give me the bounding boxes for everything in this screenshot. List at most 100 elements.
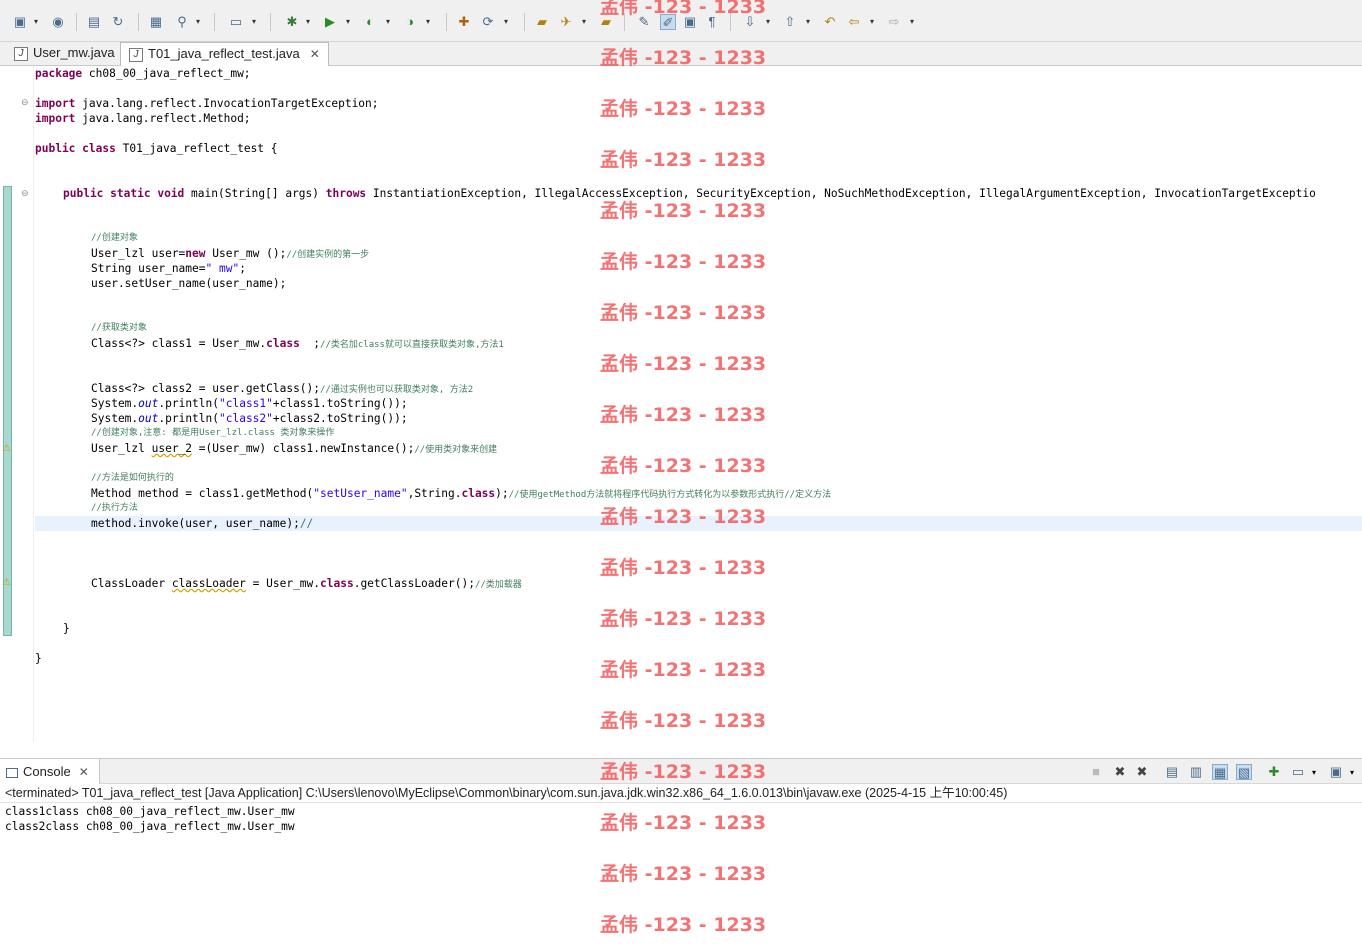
code-line: ClassLoader classLoader = User_mw.class.… [91, 577, 522, 590]
highlight-icon[interactable]: ✐ [660, 14, 676, 30]
package-icon[interactable]: ✚ [456, 14, 472, 30]
chevron-down-icon[interactable]: ▾ [386, 18, 393, 26]
editor-tab-bar: J User_mw.java J T01_java_reflect_test.jav… [0, 42, 1362, 66]
back-icon[interactable]: ⇦ [846, 14, 862, 30]
code-line: System.out.println("class1"+class1.toStr… [91, 397, 408, 410]
chevron-down-icon[interactable]: ▾ [870, 18, 877, 26]
chevron-down-icon[interactable]: ▾ [196, 18, 203, 26]
collapse-icon[interactable]: ⊖ [21, 98, 30, 107]
toolbar-separator [446, 13, 447, 31]
code-area[interactable]: package ch08_00_java_reflect_mw; import … [35, 66, 1362, 742]
chevron-down-icon[interactable]: ▾ [306, 18, 313, 26]
folder-open-icon[interactable]: ▰ [534, 14, 550, 30]
tab-user-mw[interactable]: J User_mw.java [6, 42, 123, 66]
folding-gutter: ⊖ ⊖ [14, 66, 34, 742]
toolbar-separator [730, 13, 731, 31]
close-icon[interactable]: ✕ [79, 765, 89, 779]
terminate-icon[interactable]: ■ [1088, 764, 1104, 780]
tab-label: T01_java_reflect_test.java [148, 46, 300, 61]
chevron-down-icon[interactable]: ▾ [346, 18, 353, 26]
tab-label: User_mw.java [33, 45, 115, 60]
code-line: user.setUser_name(user_name); [91, 277, 287, 290]
clear-icon[interactable]: ▤ [1164, 764, 1180, 780]
refresh-icon[interactable]: ↻ [110, 14, 126, 30]
remove-all-icon[interactable]: ✖ [1134, 764, 1150, 780]
word-wrap-icon[interactable]: ▦ [1212, 764, 1228, 780]
warning-icon[interactable]: ⚠ [2, 444, 12, 454]
chevron-down-icon[interactable]: ▾ [34, 18, 41, 26]
code-line: System.out.println("class2"+class2.toStr… [91, 412, 408, 425]
screen-icon[interactable]: ▭ [228, 14, 244, 30]
prev-annotation-icon[interactable]: ⇧ [782, 14, 798, 30]
warning-icon[interactable]: ⚠ [2, 578, 12, 588]
console-output[interactable]: class1class ch08_00_java_reflect_mw.User… [0, 803, 1362, 949]
console-header: Console ✕ ■ ✖ ✖ ▤ ▥ ▦ ▧ ✚ ▭ ▾ ▣ ▾ [0, 758, 1362, 784]
code-comment: //执行方法 [91, 503, 138, 513]
scroll-lock-icon[interactable]: ▥ [1188, 764, 1204, 780]
view-menu-icon[interactable]: ▾ [1350, 768, 1354, 777]
code-line-main-decl: public static void main(String[] args) t… [63, 187, 1316, 200]
chevron-down-icon[interactable]: ▾ [766, 18, 773, 26]
open-console-icon[interactable]: ▣ [1328, 764, 1344, 780]
debug-icon[interactable]: ✱ [284, 14, 300, 30]
next-annotation-icon[interactable]: ⇩ [742, 14, 758, 30]
code-line: Class<?> class2 = user.getClass();//通过实例… [91, 382, 474, 395]
code-line-import: import java.lang.reflect.InvocationTarge… [35, 97, 379, 110]
forward-icon[interactable]: ⇨ [886, 14, 902, 30]
console-icon [6, 767, 18, 778]
wizard-icon[interactable]: ▦ [148, 14, 164, 30]
open-icon[interactable]: ▤ [86, 14, 102, 30]
globe-icon[interactable]: ◉ [50, 14, 66, 30]
show-on-output-icon[interactable]: ▧ [1236, 764, 1252, 780]
toolbar-separator [138, 13, 139, 31]
code-comment: //获取类对象 [91, 323, 147, 333]
code-line-package: package ch08_00_java_reflect_mw; [35, 67, 251, 80]
chevron-down-icon[interactable]: ▾ [426, 18, 433, 26]
console-output-line: class1class ch08_00_java_reflect_mw.User… [5, 805, 295, 818]
toolbar-separator [214, 13, 215, 31]
search-icon[interactable]: ⚲ [174, 14, 190, 30]
code-line-brace: } [63, 622, 70, 635]
coverage-icon[interactable]: ◑ [402, 14, 418, 30]
last-edit-icon[interactable]: ↶ [822, 14, 838, 30]
code-editor[interactable]: ⚠ ⚠ ⊖ ⊖ package ch08_00_java_reflect_mw;… [0, 66, 1362, 742]
tab-console[interactable]: Console ✕ [0, 759, 100, 784]
run-icon[interactable]: ▶ [322, 14, 338, 30]
code-line: User_lzl user=new User_mw ();//创建实例的第一步 [91, 247, 370, 260]
toolbar-separator [270, 13, 271, 31]
browse-icon[interactable]: ▰ [598, 14, 614, 30]
code-comment: //创建对象,注意: 都是用User_lzl.class 类对象来操作 [91, 428, 335, 438]
pin-icon[interactable]: ✚ [1266, 764, 1282, 780]
remove-launch-icon[interactable]: ✖ [1112, 764, 1128, 780]
overview-ruler: ⚠ ⚠ [0, 66, 14, 742]
code-line-current: method.invoke(user, user_name);// [91, 517, 314, 530]
code-comment: //方法是如何执行的 [91, 473, 174, 483]
console-output-line: class2class ch08_00_java_reflect_mw.User… [5, 820, 295, 833]
paragraph-icon[interactable]: ¶ [704, 14, 720, 30]
marker-icon[interactable]: ✎ [636, 14, 652, 30]
code-line-class-decl: public class T01_java_reflect_test { [35, 142, 278, 155]
sync-icon[interactable]: ⟳ [480, 14, 496, 30]
tab-t01-java-reflect-test[interactable]: J T01_java_reflect_test.java ✕ [120, 42, 329, 66]
toolbar-separator [624, 13, 625, 31]
chevron-down-icon[interactable]: ▾ [1312, 768, 1316, 777]
chevron-down-icon[interactable]: ▾ [910, 18, 917, 26]
console-process-status: <terminated> T01_java_reflect_test [Java… [0, 784, 1362, 803]
run-ext-icon[interactable]: ◐ [362, 14, 378, 30]
block-icon[interactable]: ▣ [682, 14, 698, 30]
code-line-import: import java.lang.reflect.Method; [35, 112, 251, 125]
code-line: String user_name=" mw"; [91, 262, 246, 275]
code-line: Class<?> class1 = User_mw.class ;//类名加cl… [91, 337, 504, 350]
chevron-down-icon[interactable]: ▾ [582, 18, 589, 26]
close-icon[interactable]: ✕ [310, 47, 320, 61]
console-tab-label: Console [23, 764, 71, 779]
new-console-icon[interactable]: ▭ [1290, 764, 1306, 780]
toolbar-separator [76, 13, 77, 31]
chevron-down-icon[interactable]: ▾ [504, 18, 511, 26]
new-icon[interactable]: ▣ [12, 14, 28, 30]
chevron-down-icon[interactable]: ▾ [252, 18, 259, 26]
chevron-down-icon[interactable]: ▾ [806, 18, 813, 26]
deploy-icon[interactable]: ✈ [558, 14, 574, 30]
change-bar [3, 186, 12, 636]
collapse-icon[interactable]: ⊖ [21, 189, 30, 198]
